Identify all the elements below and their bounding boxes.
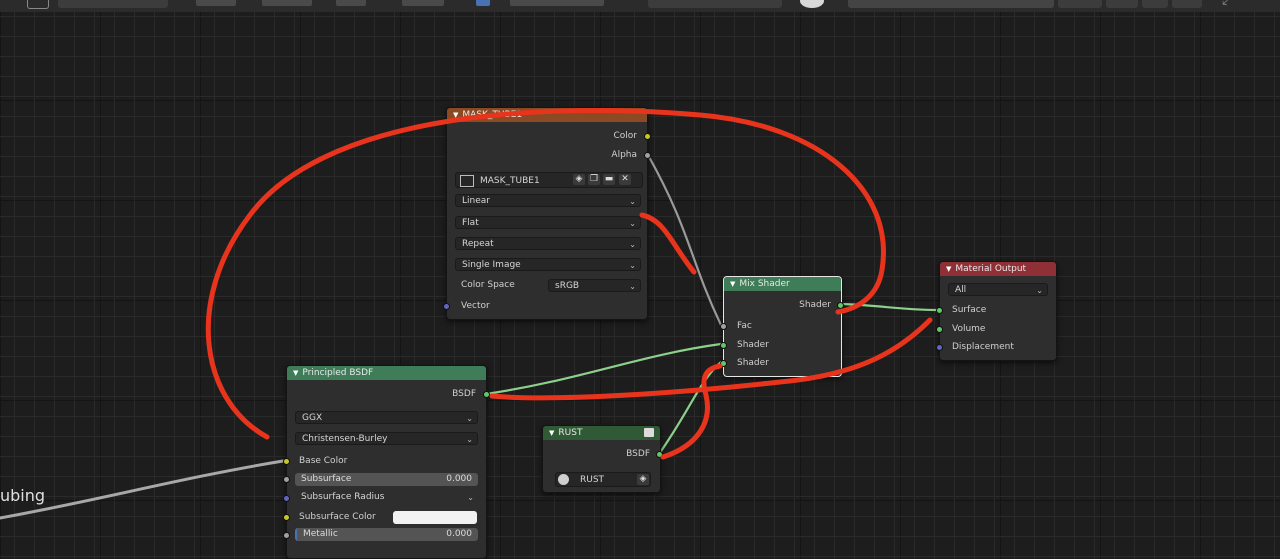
annotation-loop [205, 108, 886, 440]
annotation-hook [639, 212, 697, 275]
annotation-overlay [205, 108, 933, 460]
annotation-bottom-sweep [489, 317, 933, 401]
annotation-rust-curve [660, 363, 723, 460]
